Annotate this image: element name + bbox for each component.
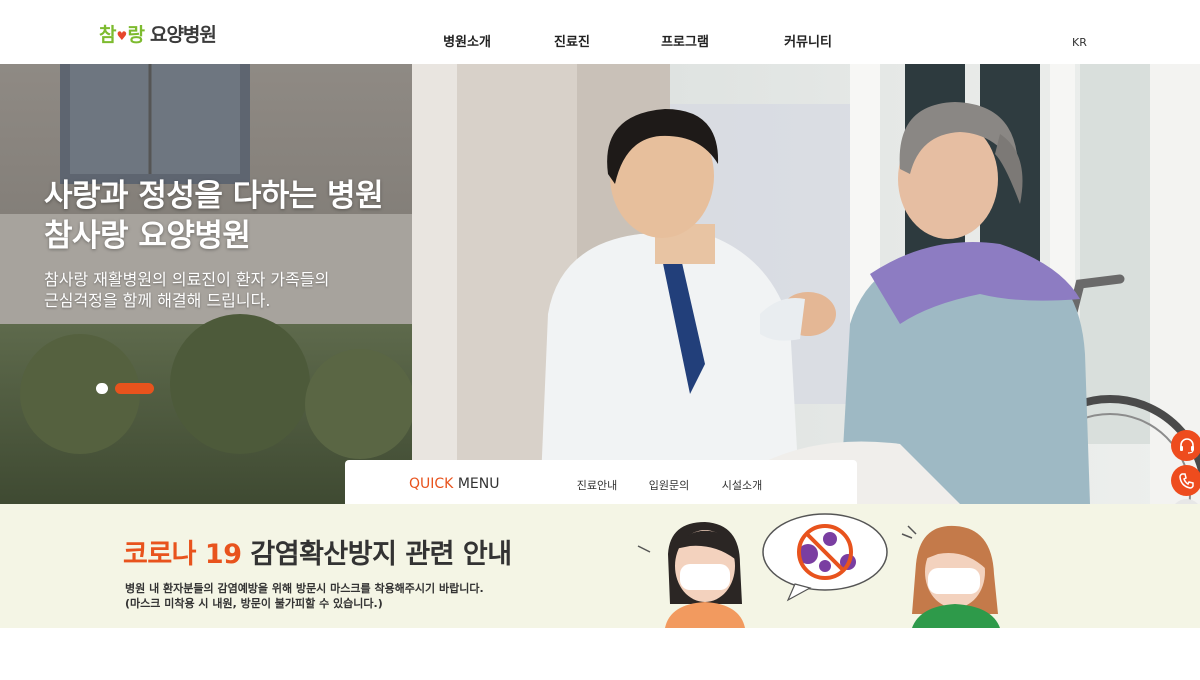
nav-item-community[interactable]: 커뮤니티: [784, 31, 832, 50]
phone-icon: [1178, 472, 1194, 489]
page-footer-space: [0, 628, 1200, 680]
mask-illustration: [637, 513, 1000, 628]
banner-text-line: (마스크 미착용 시 내원, 방문이 불가피할 수 있습니다.): [125, 597, 383, 610]
banner-text-line: 병원 내 환자분들의 감염예방을 위해 방문시 마스크를 착용해주시기 바랍니다…: [125, 582, 484, 595]
slider-dot-active[interactable]: [115, 383, 154, 394]
quick-link-treatment-info[interactable]: 진료안내: [577, 477, 617, 493]
quick-menu: QUICK MENU 진료안내 입원문의 시설소개: [345, 460, 857, 504]
consult-button[interactable]: [1171, 430, 1200, 461]
nav-item-programs[interactable]: 프로그램: [661, 31, 709, 50]
hero-slider: 사랑과 정성을 다하는 병원 참사랑 요양병원 참사랑 재활병원의 의료진이 환…: [0, 64, 1200, 504]
call-button[interactable]: [1171, 465, 1200, 496]
quick-menu-title: QUICK MENU: [409, 476, 500, 492]
hero-title: 사랑과 정성을 다하는 병원 참사랑 요양병원: [44, 178, 384, 254]
logo[interactable]: 참♥랑 요양병원: [99, 22, 217, 48]
quick-link-admission[interactable]: 입원문의: [649, 477, 689, 493]
site-header: 참♥랑 요양병원 병원소개 진료진 프로그램 커뮤니티 KR: [0, 0, 1200, 64]
hero-subtitle: 참사랑 재활병원의 의료진이 환자 가족들의 근심걱정을 함께 해결해 드립니다…: [44, 270, 330, 310]
quick-link-facilities[interactable]: 시설소개: [722, 477, 762, 493]
slider-dot[interactable]: [96, 383, 108, 394]
nav-item-doctors[interactable]: 진료진: [554, 31, 590, 50]
nav-item-about[interactable]: 병원소개: [443, 31, 491, 50]
language-selector[interactable]: KR: [1072, 36, 1087, 49]
heart-icon: ♥: [116, 29, 127, 43]
covid-notice-banner[interactable]: 코로나 19 감염확산방지 관련 안내 병원 내 환자분들의 감염예방을 위해 …: [0, 504, 1200, 628]
banner-title: 코로나 19 감염확산방지 관련 안내: [123, 539, 512, 570]
headset-icon: [1179, 437, 1194, 454]
